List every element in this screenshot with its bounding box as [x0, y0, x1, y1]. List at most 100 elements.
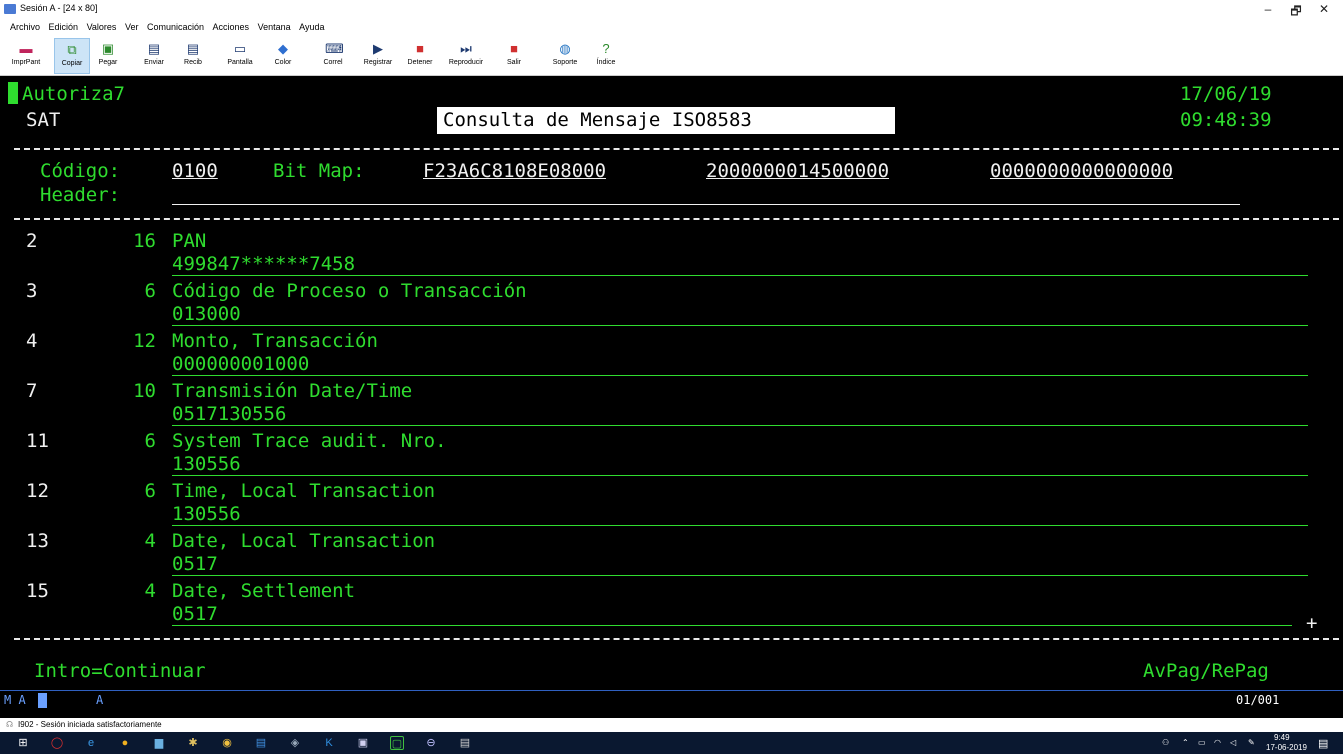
app-icon[interactable]: ▤ [458, 736, 472, 750]
send-icon: ▤ [147, 41, 161, 56]
terminal-cursor [8, 82, 18, 104]
app-icon[interactable]: K [322, 736, 336, 750]
header-label: Header: [40, 184, 121, 206]
notifications-icon[interactable]: ▤ [1318, 737, 1328, 750]
terminal-app-icon[interactable]: ▢ [390, 736, 404, 750]
windows-start-icon[interactable]: ⊞ [16, 736, 30, 750]
oia-mode: M A [4, 693, 26, 707]
field-name: Time, Local Transaction [172, 480, 436, 502]
field-name: Date, Local Transaction [172, 530, 436, 552]
app-icon[interactable]: ⊖ [424, 736, 438, 750]
toolbar-button-label: Color [274, 59, 292, 66]
pen-icon[interactable]: ✎ [1248, 738, 1255, 747]
field-value: 0517130556 [172, 403, 287, 425]
app-icon[interactable]: ◈ [288, 736, 302, 750]
network-icon[interactable]: ▭ [1198, 738, 1206, 747]
toolbar-button-label: Pegar [98, 59, 118, 66]
field-length: 12 [133, 330, 156, 352]
separator [14, 638, 1339, 640]
field-underline [172, 375, 1308, 376]
volume-icon[interactable]: ◁ [1230, 738, 1236, 747]
menu-ver[interactable]: Ver [125, 22, 139, 32]
menu-valores[interactable]: Valores [87, 22, 117, 32]
toolbar-button-label: ImprPant [11, 59, 41, 66]
toolbar-button[interactable]: ■ Salir [496, 38, 532, 74]
separator [14, 148, 1339, 150]
cursor-position: 01/001 [1236, 693, 1280, 707]
play-icon: ⏭ [460, 41, 472, 56]
maximize-button[interactable]: 🗗 [1281, 2, 1311, 23]
people-icon[interactable]: ⚇ [1162, 738, 1169, 747]
support-icon: ◍ [559, 41, 571, 56]
copy-icon: ⧉ [67, 42, 77, 57]
oia-field: A [96, 693, 104, 707]
menu-archivo[interactable]: Archivo [10, 22, 40, 32]
field-length: 6 [144, 430, 156, 452]
field-underline [172, 425, 1308, 426]
app-icon[interactable]: ◉ [220, 736, 234, 750]
toolbar-button[interactable]: ▭ Pantalla [222, 38, 258, 74]
field-underline [172, 575, 1308, 576]
toolbar-button[interactable]: ▤ Enviar [136, 38, 172, 74]
toolbar-button[interactable]: ? Índice [588, 38, 624, 74]
field-length: 6 [144, 480, 156, 502]
toolbar-button[interactable]: ◍ Soporte [547, 38, 583, 74]
app-id: Autoriza7 [22, 83, 125, 105]
field-length: 16 [133, 230, 156, 252]
toolbar-button[interactable]: ▬ ImprPant [8, 38, 44, 74]
field-name: Código de Proceso o Transacción [172, 280, 527, 302]
footer-left: Intro=Continuar [34, 660, 206, 682]
app-icon[interactable]: ✱ [186, 736, 200, 750]
taskbar: ⊞ ◯ e ● ▆ ✱ ◉ ▤ ◈ K ▣ ▢ ⊖ ▤ ⚇ ⌃ ▭ ◠ ◁ ✎ … [0, 732, 1343, 754]
toolbar-button[interactable]: ⌨ Correl [315, 38, 351, 74]
menu-edicion[interactable]: Edición [49, 22, 79, 32]
outlook-icon[interactable]: ▤ [254, 736, 268, 750]
tray-arrow-icon[interactable]: ⌃ [1182, 738, 1189, 747]
bitmap-value: F23A6C8108E08000 [423, 160, 607, 182]
field-value: 0517 [172, 603, 218, 625]
chrome-icon[interactable]: ● [118, 736, 132, 750]
toolbar-button-label: Soporte [552, 59, 578, 66]
toolbar-button-label: Detener [407, 59, 433, 66]
menu-ayuda[interactable]: Ayuda [299, 22, 324, 32]
menu-comunicacion[interactable]: Comunicación [147, 22, 204, 32]
menu-ventana[interactable]: Ventana [258, 22, 291, 32]
toolbar-button[interactable]: ⏭ Reproducir [448, 38, 484, 74]
toolbar-button[interactable]: ■ Detener [402, 38, 438, 74]
screen-icon: ▭ [233, 41, 247, 56]
internet-explorer-icon[interactable]: e [84, 736, 98, 750]
toolbar-button-label: Reproducir [448, 59, 484, 66]
opera-icon[interactable]: ◯ [50, 736, 64, 750]
toolbar-button[interactable]: ▶ Registrar [360, 38, 396, 74]
close-button[interactable]: ✕ [1309, 2, 1339, 16]
toolbar-button[interactable]: ▤ Recib [175, 38, 211, 74]
print-screen-icon: ▬ [19, 41, 33, 56]
status-icon: ☊ [6, 720, 14, 729]
field-name: Monto, Transacción [172, 330, 378, 352]
file-explorer-icon[interactable]: ▆ [152, 736, 166, 750]
toolbar-button[interactable]: ⧉ Copiar [54, 38, 90, 74]
app-icon[interactable]: ▣ [356, 736, 370, 750]
field-length: 4 [144, 580, 156, 602]
field-bit-number: 13 [26, 530, 49, 552]
bitmap-value: 2000000014500000 [706, 160, 890, 182]
wifi-icon[interactable]: ◠ [1214, 738, 1221, 747]
menu-acciones[interactable]: Acciones [213, 22, 250, 32]
minimize-button[interactable]: – [1253, 2, 1283, 16]
toolbar-button[interactable]: ◆ Color [265, 38, 301, 74]
field-underline [172, 525, 1308, 526]
app-icon [4, 4, 16, 14]
field-name: Transmisión Date/Time [172, 380, 413, 402]
tray-time: 9:49 [1274, 733, 1290, 742]
toolbar-button-label: Enviar [144, 59, 164, 66]
terminal-screen[interactable]: Autoriza7 17/06/19 SAT Consulta de Mensa… [0, 78, 1343, 688]
toolbar-button-label: Registrar [363, 59, 393, 66]
field-bit-number: 3 [26, 280, 38, 302]
toolbar-button-label: Copiar [61, 60, 83, 67]
field-value: 0517 [172, 553, 218, 575]
more-indicator: + [1306, 612, 1318, 634]
separator [14, 218, 1339, 220]
screen-title: Consulta de Mensaje ISO8583 [437, 107, 895, 134]
menu-bar: Archivo Edición Valores Ver Comunicación… [0, 22, 1343, 36]
toolbar-button[interactable]: ▣ Pegar [90, 38, 126, 74]
